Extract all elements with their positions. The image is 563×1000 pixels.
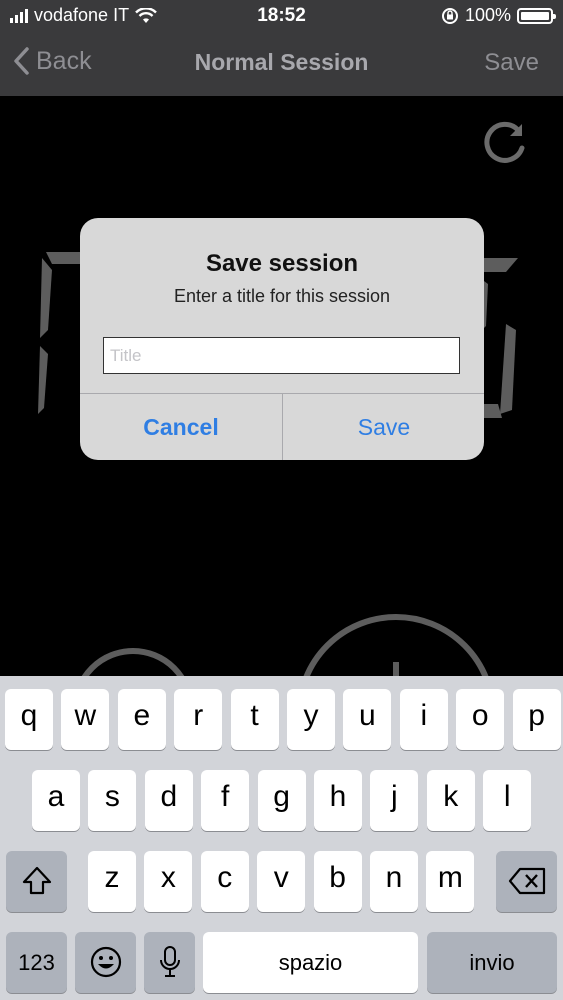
key-x[interactable]: x [144, 851, 193, 912]
key-o[interactable]: o [456, 689, 505, 750]
dictation-key[interactable] [144, 932, 195, 993]
key-s[interactable]: s [88, 770, 137, 831]
space-key[interactable]: spazio [203, 932, 418, 993]
key-r[interactable]: r [174, 689, 223, 750]
dialog-title: Save session [205, 250, 359, 277]
status-right: 100% [441, 5, 556, 26]
key-y[interactable]: y [287, 689, 335, 750]
key-v[interactable]: v [257, 851, 306, 912]
key-k[interactable]: k [426, 770, 475, 831]
orientation-lock-icon [441, 7, 458, 24]
battery-label: 100% [464, 5, 511, 25]
keyboard: 123 spazio invio qwertyuiop asdfghjkl zxcv… [0, 676, 563, 1000]
key-q[interactable]: q [5, 689, 53, 750]
backspace-icon [508, 867, 545, 895]
shift-key[interactable] [6, 851, 67, 912]
cancel-button[interactable]: Cancel [80, 394, 282, 460]
key-u[interactable]: u [343, 689, 392, 750]
key-n[interactable]: n [370, 851, 418, 912]
key-j[interactable]: j [370, 770, 419, 831]
emoji-icon [90, 946, 121, 978]
key-p[interactable]: p [512, 689, 561, 750]
key-f[interactable]: f [201, 770, 250, 831]
key-b[interactable]: b [313, 851, 362, 912]
battery-fill [521, 11, 549, 20]
backspace-key[interactable] [496, 851, 557, 912]
key-w[interactable]: w [61, 689, 110, 750]
emoji-key[interactable] [75, 932, 136, 993]
page-title: Normal Session [194, 49, 369, 75]
key-c[interactable]: c [200, 851, 249, 912]
save-button[interactable]: Save [283, 394, 484, 460]
key-a[interactable]: a [32, 770, 80, 831]
status-bar: vodafone IT 18:52 100% [0, 0, 563, 32]
numbers-key[interactable]: 123 [6, 932, 67, 993]
dialog-message: Enter a title for this session [173, 286, 391, 306]
key-i[interactable]: i [399, 689, 448, 750]
key-l[interactable]: l [483, 770, 532, 831]
microphone-icon [159, 946, 180, 977]
shift-icon [22, 866, 51, 895]
key-h[interactable]: h [314, 770, 362, 831]
key-m[interactable]: m [426, 851, 475, 912]
key-d[interactable]: d [144, 770, 193, 831]
key-e[interactable]: e [117, 689, 166, 750]
navigation-bar: Back Normal Session Save [0, 36, 563, 92]
key-z[interactable]: z [88, 851, 136, 912]
top-bar: vodafone IT 18:52 100% Back Normal Sessi… [0, 0, 563, 96]
title-input[interactable] [103, 337, 460, 374]
key-g[interactable]: g [257, 770, 306, 831]
nav-save-button[interactable]: Save [484, 49, 539, 77]
save-session-dialog: Save session Enter a title for this sess… [80, 218, 484, 460]
battery-icon [517, 7, 556, 24]
return-key[interactable]: invio [427, 932, 557, 993]
key-t[interactable]: t [230, 689, 279, 750]
